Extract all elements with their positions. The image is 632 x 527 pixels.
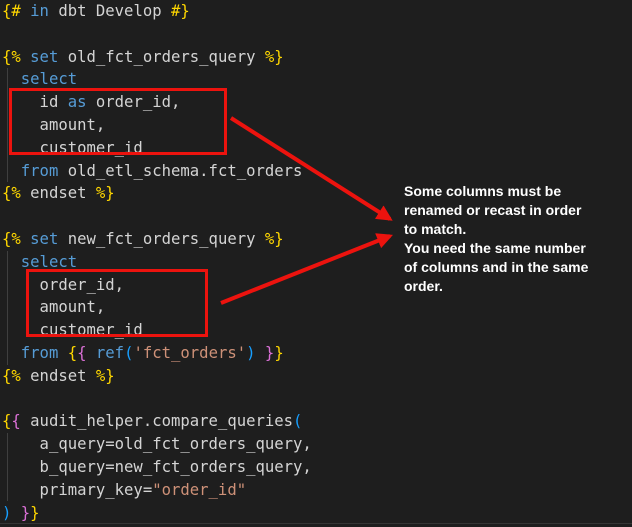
code-token: }	[21, 504, 30, 522]
code-token: select	[21, 70, 77, 88]
code-token: }	[30, 504, 39, 522]
code-line: ) }}	[2, 502, 632, 525]
code-token: (	[293, 412, 302, 430]
indent-guide	[7, 251, 8, 365]
code-token: from	[21, 344, 59, 362]
code-token: set	[30, 230, 58, 248]
code-token: {	[68, 344, 77, 362]
code-token: old_fct_orders_query	[58, 48, 265, 66]
code-editor[interactable]: {# in dbt Develop #} {% set old_fct_order…	[0, 0, 632, 527]
code-token: from	[21, 162, 59, 180]
code-token: #}	[171, 2, 190, 20]
code-token: }	[274, 344, 283, 362]
code-token	[87, 344, 96, 362]
code-line: from old_etl_schema.fct_orders	[2, 160, 632, 183]
indent-guide	[7, 68, 8, 182]
code-line: primary_key="order_id"	[2, 479, 632, 502]
code-line: {% set old_fct_orders_query %}	[2, 46, 632, 69]
code-token: %}	[96, 367, 115, 385]
code-token	[21, 48, 30, 66]
code-token: {	[11, 412, 20, 430]
highlight-box-new-columns	[26, 269, 208, 337]
divider	[0, 523, 632, 524]
code-token: {%	[2, 184, 21, 202]
code-token: %}	[265, 230, 284, 248]
code-line: {# in dbt Develop #}	[2, 0, 632, 23]
code-token	[21, 2, 30, 20]
code-token	[21, 230, 30, 248]
code-token	[58, 344, 67, 362]
code-token: %}	[96, 184, 115, 202]
annotation-note: Some columns must be renamed or recast i…	[404, 182, 630, 296]
code-token	[11, 504, 20, 522]
code-token: in	[30, 2, 49, 20]
code-token: 'fct_orders'	[133, 344, 246, 362]
code-token: old_etl_schema.fct_orders	[58, 162, 302, 180]
code-token: "order_id"	[152, 481, 246, 499]
code-token: a_query=old_fct_orders_query,	[2, 435, 312, 453]
highlight-box-old-columns	[9, 88, 227, 155]
code-token: new_fct_orders_query	[58, 230, 265, 248]
code-line	[2, 23, 632, 46]
code-token	[2, 162, 21, 180]
code-token: audit_helper.compare_queries	[21, 412, 293, 430]
code-line: a_query=old_fct_orders_query,	[2, 433, 632, 456]
code-token: {	[2, 412, 11, 430]
code-token: {#	[2, 2, 21, 20]
code-token: )	[246, 344, 255, 362]
code-token: b_query=new_fct_orders_query,	[2, 458, 312, 476]
code-line	[2, 388, 632, 411]
code-line: {{ audit_helper.compare_queries(	[2, 410, 632, 433]
code-token: {%	[2, 367, 21, 385]
code-token	[2, 344, 21, 362]
code-token: {%	[2, 48, 21, 66]
code-token: endset	[21, 184, 96, 202]
code-token	[2, 70, 21, 88]
code-line: from {{ ref('fct_orders') }}	[2, 342, 632, 365]
code-token: set	[30, 48, 58, 66]
code-token: {	[77, 344, 86, 362]
code-token: ref	[96, 344, 124, 362]
code-token: %}	[265, 48, 284, 66]
code-token: {%	[2, 230, 21, 248]
code-line: {% endset %}	[2, 365, 632, 388]
indent-guide	[7, 433, 8, 501]
code-token: }	[265, 344, 274, 362]
code-token	[2, 253, 21, 271]
code-token: primary_key=	[2, 481, 152, 499]
code-token: dbt Develop	[49, 2, 171, 20]
code-token: endset	[21, 367, 96, 385]
code-token: )	[2, 504, 11, 522]
code-token	[256, 344, 265, 362]
code-line: b_query=new_fct_orders_query,	[2, 456, 632, 479]
